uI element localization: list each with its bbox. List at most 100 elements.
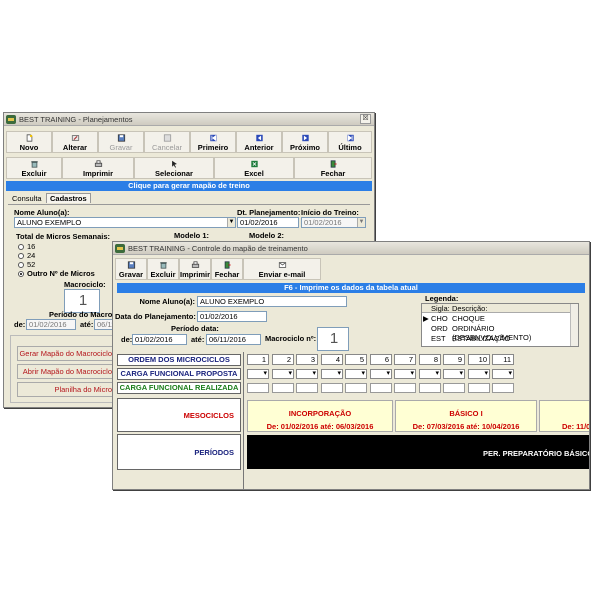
toolbar-button-enviar-e-mail[interactable]: Enviar e-mail (243, 258, 321, 280)
toolbar-button-selecionar[interactable]: Selecionar (134, 157, 214, 179)
carga-proposta-dropdown[interactable] (394, 369, 416, 379)
nome-aluno-select[interactable]: ALUNO EXEMPLO ▼ (14, 217, 236, 228)
carga-proposta-dropdown[interactable] (370, 369, 392, 379)
legenda-row[interactable]: ORD ORDINÁRIO (DESENVOLVIMENTO) (422, 324, 570, 342)
microciclo-number-cell[interactable]: 7 (394, 354, 416, 365)
toolbar-button-excel[interactable]: Excel (214, 157, 294, 179)
microciclo-number-cell[interactable]: 2 (272, 354, 294, 365)
back-toolbar-primary: Novo Alterar Gravar Cancelar Primeiro Anterio… (6, 131, 372, 153)
macrociclo-label: Macrociclo nº: (265, 334, 317, 343)
carga-proposta-dropdown[interactable] (247, 369, 269, 379)
radio-outro[interactable]: Outro Nº de Micros (18, 269, 95, 278)
radio-52-label: 52 (27, 260, 36, 269)
microciclo-number-cell[interactable]: 9 (443, 354, 465, 365)
radio-24[interactable]: 24 (18, 251, 35, 260)
toolbar-button-primeiro[interactable]: Primeiro (190, 131, 236, 153)
carga-proposta-dropdown[interactable] (468, 369, 490, 379)
inicio-treino-select[interactable]: 01/02/2016 ▼ (301, 217, 366, 228)
inicio-treino-label: Início do Treino: (301, 208, 359, 217)
tab-cadastros[interactable]: Cadastros (46, 193, 91, 203)
planejamentos-titlebar[interactable]: BEST TRAINING - Planejamentos ☒ (4, 113, 374, 126)
toolbar-button-excluir[interactable]: Excluir (6, 157, 62, 179)
carga-proposta-dropdown[interactable] (345, 369, 367, 379)
mapao-titlebar[interactable]: BEST TRAINING - Controle do mapão de tre… (113, 242, 589, 255)
toolbar-button-imprimir[interactable]: Imprimir (179, 258, 211, 280)
carga-proposta-dropdown[interactable] (443, 369, 465, 379)
toolbar-button-pr-ximo[interactable]: Próximo (282, 131, 328, 153)
planilha-micro-button[interactable]: Planilha do Micro (17, 382, 117, 397)
meso-basico-1[interactable]: BÁSICO I De: 07/03/2016 até: 10/04/2016 (395, 400, 537, 432)
carga-realizada-cell[interactable] (419, 383, 441, 393)
carga-proposta-dropdown[interactable] (419, 369, 441, 379)
toolbar-button-alterar[interactable]: Alterar (52, 131, 98, 153)
radio-52[interactable]: 52 (18, 260, 35, 269)
toolbar-button-cancelar[interactable]: Cancelar (144, 131, 190, 153)
microciclo-number-cell[interactable]: 11 (492, 354, 514, 365)
toolbar-button-anterior[interactable]: Anterior (236, 131, 282, 153)
chevron-down-icon[interactable]: ▼ (227, 218, 235, 227)
microciclo-number-cell[interactable]: 8 (419, 354, 441, 365)
dt-planejamento-field[interactable]: 01/02/2016 (237, 217, 299, 228)
toolbar-button-gravar[interactable]: Gravar (98, 131, 144, 153)
carga-realizada-cell[interactable] (394, 383, 416, 393)
carga-realizada-cell[interactable] (296, 383, 318, 393)
gerar-mapao-button[interactable]: Gerar Mapão do Macrociclo (17, 346, 117, 361)
abrir-mapao-button[interactable]: Abrir Mapão do Macrociclo (17, 364, 117, 379)
toolbar-button-label: Novo (19, 143, 39, 152)
chevron-down-icon[interactable]: ▼ (357, 218, 365, 227)
toolbar-button-fechar[interactable]: Fechar (211, 258, 243, 280)
microciclo-number-cell[interactable]: 3 (296, 354, 318, 365)
de-field[interactable]: 01/02/2016 (26, 319, 76, 330)
carga-realizada-cell[interactable] (272, 383, 294, 393)
radio-dot-selected (18, 270, 24, 277)
nome-aluno-field[interactable]: ALUNO EXEMPLO (197, 296, 347, 307)
radio-16[interactable]: 16 (18, 242, 35, 251)
periodo-bar[interactable]: PER. PREPARATÓRIO BÁSICO (247, 435, 589, 469)
toolbar-button-imprimir[interactable]: Imprimir (62, 157, 134, 179)
carga-proposta-dropdown[interactable] (492, 369, 514, 379)
carga-realizada-cell[interactable] (468, 383, 490, 393)
toolbar-button-label: Enviar e-mail (258, 270, 306, 279)
microciclo-number-cell[interactable]: 6 (370, 354, 392, 365)
carga-proposta-dropdown[interactable] (321, 369, 343, 379)
meso-incorporacao[interactable]: INCORPORAÇÃO De: 01/02/2016 até: 06/03/2… (247, 400, 393, 432)
tab-consulta[interactable]: Consulta (12, 194, 42, 203)
carga-proposta-dropdown[interactable] (272, 369, 294, 379)
macrociclo-field[interactable]: 1 (317, 327, 349, 351)
meso-next[interactable]: De: 11/04/ (539, 400, 589, 432)
toolbar-button-label: Selecionar (155, 169, 193, 178)
carga-realizada-cell[interactable] (345, 383, 367, 393)
carga-proposta-dropdown[interactable] (296, 369, 318, 379)
toolbar-button-fechar[interactable]: Fechar (294, 157, 372, 179)
mesociclos-label: MESOCICLOS (183, 411, 234, 420)
meso-dates: De: 01/02/2016 até: 06/03/2016 (266, 422, 374, 431)
edit-icon (71, 134, 80, 143)
toolbar-button-excluir[interactable]: Excluir (147, 258, 179, 280)
microciclo-number-cell[interactable]: 1 (247, 354, 269, 365)
legenda-row[interactable]: ▶ CHO CHOQUE (422, 314, 570, 323)
legenda-scrollbar[interactable] (570, 304, 578, 346)
de-field[interactable]: 01/02/2016 (132, 334, 187, 345)
carga-realizada-cell[interactable] (247, 383, 269, 393)
microciclo-number-cell[interactable]: 4 (321, 354, 343, 365)
toolbar-button-novo[interactable]: Novo (6, 131, 52, 153)
close-button[interactable]: ☒ (360, 114, 371, 124)
microciclo-number-cell[interactable]: 10 (468, 354, 490, 365)
toolbar-button-gravar[interactable]: Gravar (115, 258, 147, 280)
carga-realizada-cell[interactable] (370, 383, 392, 393)
generate-map-banner[interactable]: Clique para gerar mapão de treino (6, 181, 372, 191)
carga-realizada-cell[interactable] (492, 383, 514, 393)
carga-realizada-cell[interactable] (443, 383, 465, 393)
legenda-row[interactable]: EST ESTABILIZAÇÃO (422, 334, 570, 343)
data-planejamento-field[interactable]: 01/02/2016 (197, 311, 267, 322)
microciclo-number-cell[interactable]: 5 (345, 354, 367, 365)
save-icon (127, 261, 136, 270)
exit-icon (329, 160, 338, 169)
print-icon (191, 261, 200, 270)
carga-realizada-cell[interactable] (321, 383, 343, 393)
legenda-table[interactable]: Sigla: Descrição: ▶ CHO CHOQUE ORD ORDIN… (421, 303, 579, 347)
ate-field[interactable]: 06/11/2016 (206, 334, 261, 345)
app-icon (6, 115, 16, 124)
toolbar-button--ltimo[interactable]: Último (328, 131, 372, 153)
nome-aluno-label: Nome Aluno(a): (139, 297, 195, 306)
